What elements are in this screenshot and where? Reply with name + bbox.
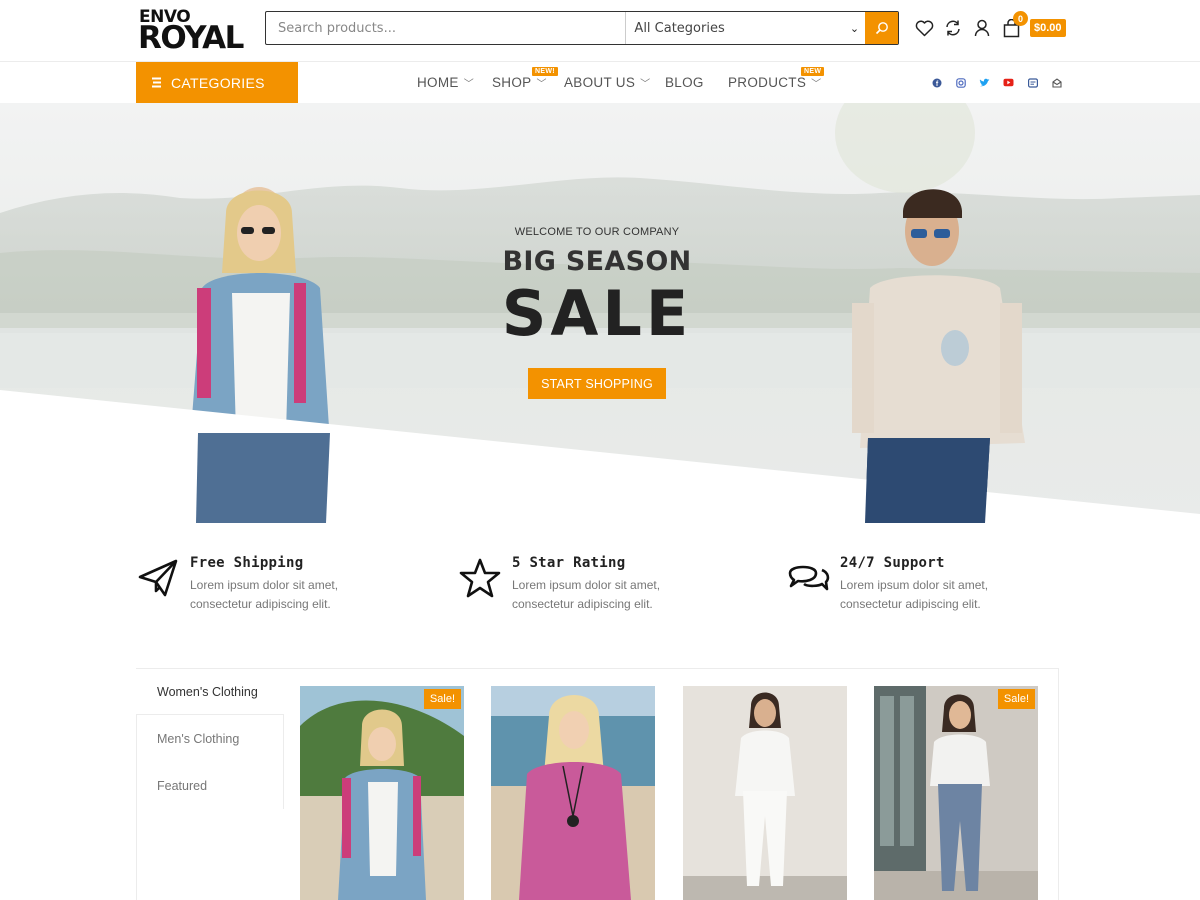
paper-plane-icon bbox=[136, 555, 180, 599]
chevron-down-icon: ⌄ bbox=[849, 21, 860, 35]
search-button[interactable] bbox=[865, 12, 898, 44]
tab-featured[interactable]: Featured bbox=[136, 762, 284, 809]
product-card[interactable] bbox=[491, 686, 655, 900]
facebook-icon[interactable]: f bbox=[931, 77, 942, 88]
wishlist-button[interactable] bbox=[914, 18, 934, 38]
search-input[interactable] bbox=[266, 12, 626, 44]
new-badge: NEW! bbox=[532, 67, 558, 76]
sale-badge: Sale! bbox=[423, 689, 461, 709]
product-image bbox=[874, 686, 1038, 900]
feature-free-shipping: Free Shipping Lorem ipsum dolor sit amet… bbox=[136, 555, 390, 614]
main-nav: CATEGORIES HOME ﹀ SHOP ﹀ NEW! ABOUT US ﹀… bbox=[0, 62, 1200, 103]
product-tabs: Women's Clothing Men's Clothing Featured bbox=[136, 668, 284, 809]
feature-text: Lorem ipsum dolor sit amet, consectetur … bbox=[190, 578, 339, 611]
cart-button[interactable]: 0 bbox=[1001, 11, 1028, 38]
logo-text-bottom: ROYAL bbox=[138, 20, 244, 56]
nav-item-label: PRODUCTS bbox=[728, 75, 807, 90]
feature-title: Free Shipping bbox=[190, 555, 304, 571]
account-button[interactable] bbox=[972, 18, 992, 38]
product-image bbox=[300, 686, 464, 900]
tab-mens-clothing[interactable]: Men's Clothing bbox=[136, 715, 284, 762]
new-badge: NEW bbox=[801, 67, 825, 76]
nav-item-label: ABOUT US bbox=[564, 75, 636, 90]
nav-item-label: HOME bbox=[417, 75, 459, 90]
category-select-value: All Categories bbox=[634, 20, 725, 36]
hero-text-block: WELCOME TO OUR COMPANY BIG SEASON SALE bbox=[430, 226, 764, 349]
hero-sale: SALE bbox=[501, 277, 693, 350]
twitter-icon[interactable] bbox=[979, 77, 990, 88]
feature-title: 5 Star Rating bbox=[512, 555, 626, 571]
nav-item-products[interactable]: PRODUCTS ﹀ NEW bbox=[728, 67, 825, 90]
nav-menu: HOME ﹀ SHOP ﹀ NEW! ABOUT US ﹀ BLOG PRODU… bbox=[417, 62, 825, 103]
star-icon bbox=[458, 555, 502, 599]
chevron-down-icon: ﹀ bbox=[536, 79, 547, 90]
message-icon[interactable] bbox=[1051, 77, 1062, 88]
feature-support: 24/7 Support Lorem ipsum dolor sit amet,… bbox=[786, 555, 1040, 614]
nav-item-label: BLOG bbox=[665, 75, 704, 90]
chevron-down-icon: ﹀ bbox=[811, 79, 822, 90]
instagram-icon[interactable] bbox=[955, 77, 966, 88]
product-card[interactable] bbox=[683, 686, 847, 900]
cart-total[interactable]: $0.00 bbox=[1030, 19, 1066, 37]
product-image bbox=[683, 686, 847, 900]
feature-text: Lorem ipsum dolor sit amet, consectetur … bbox=[512, 578, 661, 611]
product-card[interactable]: Sale! bbox=[874, 686, 1038, 900]
cart-count-badge: 0 bbox=[1013, 11, 1028, 26]
nav-item-about-us[interactable]: ABOUT US ﹀ bbox=[564, 75, 665, 90]
product-image bbox=[491, 686, 655, 900]
nav-item-blog[interactable]: BLOG bbox=[665, 75, 728, 90]
categories-icon bbox=[152, 77, 161, 88]
heart-icon bbox=[915, 19, 933, 36]
header-icons: 0 bbox=[914, 11, 1028, 42]
chat-bubbles-icon bbox=[786, 555, 830, 599]
email-icon[interactable] bbox=[1027, 77, 1038, 88]
search-icon bbox=[875, 22, 888, 35]
search-bar: All Categories ⌄ bbox=[265, 11, 899, 45]
chevron-down-icon: ﹀ bbox=[463, 79, 475, 90]
categories-button[interactable]: CATEGORIES bbox=[136, 62, 298, 103]
nav-item-shop[interactable]: SHOP ﹀ NEW! bbox=[492, 67, 564, 90]
nav-item-home[interactable]: HOME ﹀ bbox=[417, 75, 492, 90]
compare-button[interactable] bbox=[943, 18, 963, 38]
feature-5-star-rating: 5 Star Rating Lorem ipsum dolor sit amet… bbox=[458, 555, 712, 614]
feature-title: 24/7 Support bbox=[840, 555, 945, 571]
hero-banner: WELCOME TO OUR COMPANY BIG SEASON SALE S… bbox=[0, 103, 1200, 523]
site-header: ENVO ROYAL All Categories ⌄ bbox=[0, 0, 1200, 62]
categories-label: CATEGORIES bbox=[171, 74, 265, 91]
category-select[interactable]: All Categories ⌄ bbox=[625, 12, 865, 44]
hero-welcome: WELCOME TO OUR COMPANY bbox=[514, 226, 680, 238]
social-links: f bbox=[931, 77, 1062, 88]
user-icon bbox=[974, 19, 990, 37]
youtube-icon[interactable] bbox=[1003, 77, 1014, 88]
site-logo[interactable]: ENVO ROYAL bbox=[138, 6, 254, 56]
start-shopping-button[interactable]: START SHOPPING bbox=[528, 368, 666, 399]
compare-icon bbox=[946, 20, 960, 36]
chevron-down-icon: ﹀ bbox=[640, 79, 651, 90]
nav-item-label: SHOP bbox=[492, 75, 532, 90]
hero-title: BIG SEASON bbox=[502, 246, 692, 277]
tab-womens-clothing[interactable]: Women's Clothing bbox=[136, 668, 284, 715]
sale-badge: Sale! bbox=[997, 689, 1035, 709]
product-card[interactable]: Sale! bbox=[300, 686, 464, 900]
feature-text: Lorem ipsum dolor sit amet, consectetur … bbox=[840, 578, 989, 611]
